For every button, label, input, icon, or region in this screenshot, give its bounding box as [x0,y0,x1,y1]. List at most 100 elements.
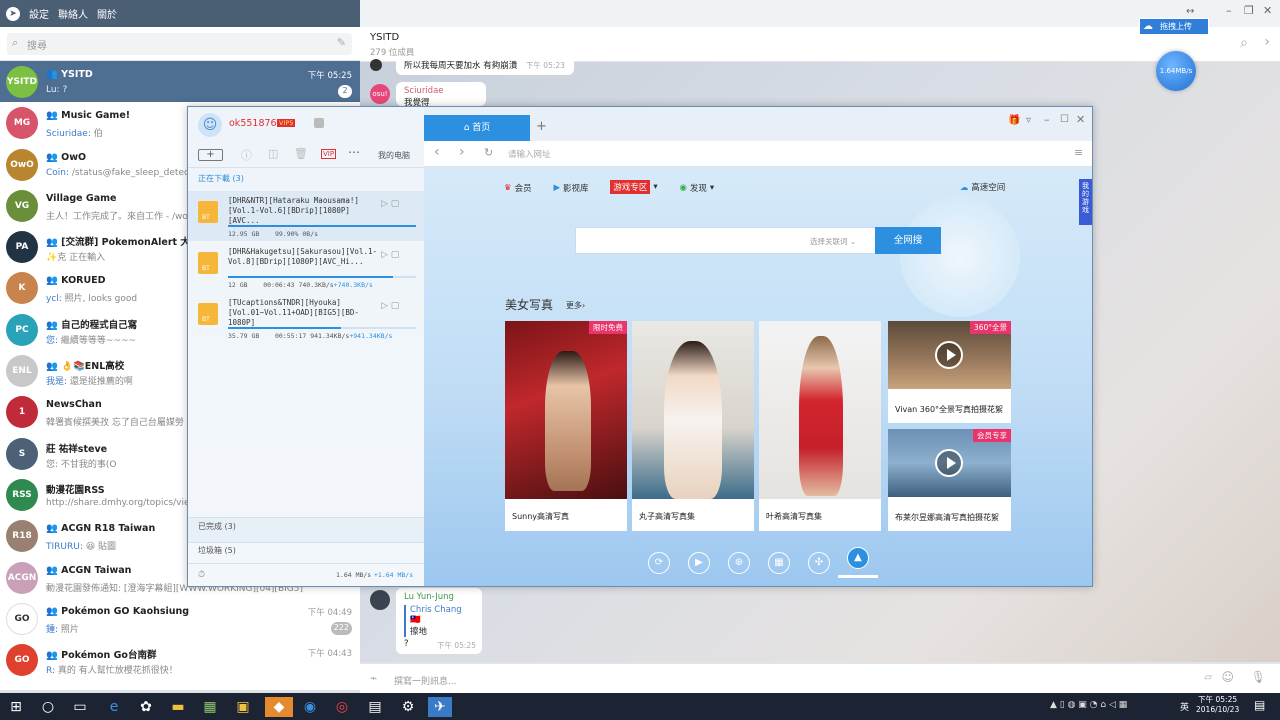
search-button[interactable]: 全网搜 [875,227,941,254]
sender-name[interactable]: Lu Yun-Jung [404,592,474,602]
tab-home[interactable]: ⌂ 首页 [424,115,530,141]
menu-contacts[interactable]: 聯絡人 [58,6,88,21]
timer-icon[interactable]: ⏱ [198,570,205,580]
command-icon[interactable]: ▱ [1204,672,1212,683]
chat-list-item[interactable]: YSITD 👥 YSITD Lu: ? 下午 05:25 2 [0,61,360,103]
refresh-icon[interactable]: ↻ [484,146,493,159]
notification-icon[interactable]: ▤ [1254,698,1265,712]
play-dock-icon[interactable]: ▶ [688,552,710,574]
avatar[interactable]: osu! [370,84,390,104]
app-icon[interactable]: ✿ [136,697,156,717]
gift-dock-icon[interactable]: ▦ [768,552,790,574]
completed-tab[interactable]: 已完成 (3) [198,521,236,532]
back-icon[interactable]: ‹ [434,144,440,160]
message-input[interactable]: 撰寫一則訊息... [394,674,457,687]
downloading-tab[interactable]: 正在下載 (3) [198,173,244,184]
download-task[interactable]: [DHR&NTR][Hataraku Maousama!][Vol.1-Vol.… [188,191,424,241]
video-card[interactable]: 会员专享 布莱尔昱娜高清写真拍摄花絮 [888,429,1011,531]
close-button[interactable]: ✕ [1263,4,1272,17]
gift-icon[interactable]: 🎁 [1008,115,1020,126]
search-input[interactable]: 搜尋 [7,33,352,55]
trash-tab[interactable]: 垃圾箱 (5) [198,545,236,556]
telegram-taskbar-icon[interactable]: ✈ [428,697,452,717]
menu-about[interactable]: 關於 [97,6,117,21]
app-icon[interactable]: ▣ [233,697,253,717]
folder-open-icon[interactable]: ▢ [391,250,400,260]
section-more-link[interactable]: 更多› [566,300,585,311]
sender-name[interactable]: Sciuridae [404,86,478,96]
nav-cloud-space[interactable]: ☁ 高速空间 [960,181,1005,193]
play-icon[interactable]: ▷ [381,301,388,311]
info-icon[interactable]: ⓘ [241,147,252,163]
hamburger-icon[interactable]: ≡ [1074,146,1083,159]
clock[interactable]: 下午 05:25 2016/10/23 [1196,695,1239,715]
start-icon[interactable]: ⊞ [6,697,26,717]
more-icon[interactable]: ⋯ [348,145,360,159]
download-task[interactable]: [DHR&Hakugetsu][Sakurasou][Vol.1-Vol.8][… [188,242,424,292]
task-view-icon[interactable]: ▭ [70,697,90,717]
forward-icon[interactable]: › [459,144,465,160]
pause-icon[interactable]: ◫ [268,147,278,160]
emoji-icon[interactable]: ☺ [1221,670,1234,684]
video-card[interactable]: 360°全景 Vivan 360°全景写真拍摄花絮 [888,321,1011,423]
compose-icon[interactable]: ✎ [337,36,346,49]
delete-icon[interactable]: 🗑 [294,147,308,160]
my-pc-button[interactable]: 我的电脑 [378,150,410,161]
play-icon[interactable] [935,341,963,369]
edge-icon[interactable]: e [104,697,124,717]
input-language[interactable]: 英 [1180,700,1189,713]
play-icon[interactable]: ▷ [381,250,388,260]
search-scope-select[interactable]: 选择关联词 ⌄ [810,236,856,247]
photo-card[interactable]: 丸子高清写真集 [632,321,754,531]
url-input[interactable]: 请输入网址 [508,148,551,160]
new-task-button[interactable]: + [198,149,223,161]
chat-list-item[interactable]: GO 👥 Pokémon GO Kaohsiung 鍾: 照片 下午 04:49 222 [0,598,360,639]
file-explorer-icon[interactable]: ▬ [168,697,188,717]
folder-open-icon[interactable]: ▢ [391,301,400,311]
speed-ball[interactable]: 1.64MB/s [1156,51,1196,91]
play-icon[interactable]: ▷ [381,199,388,209]
microphone-icon[interactable]: 🎙 [1251,670,1266,684]
maximize-button[interactable]: ❐ [1244,4,1254,17]
telegram-logo-icon[interactable]: ➤ [6,6,20,21]
close-button[interactable]: ✕ [1076,113,1085,126]
chrome-icon[interactable]: ◎ [332,697,352,717]
nav-movies[interactable]: ▶ 影视库 [553,182,588,194]
avatar[interactable] [370,59,382,71]
chat-title[interactable]: YSITD [370,32,399,43]
minimize-button[interactable]: – [1044,113,1050,126]
search-input[interactable]: 选择关联词 ⌄ [575,227,876,254]
system-tray-icons[interactable]: ▲ ▯ ◍ ▣ ◔ ⌂ ◁ ▦ [1050,700,1127,710]
nav-discover[interactable]: ◉ 发现 ▾ [679,182,714,194]
new-tab-button[interactable]: + [536,119,547,134]
username[interactable]: ok551876 [229,118,277,129]
nav-games[interactable]: 游戏专区 ▾ [610,180,658,194]
xunlei-taskbar-icon[interactable]: ◆ [265,697,293,717]
play-icon[interactable] [935,449,963,477]
shoe-icon[interactable]: ▲ [847,547,869,569]
reply-sender[interactable]: Chris Chang 🇹🇼 [410,605,474,625]
attach-icon[interactable]: ⌁ [370,671,377,685]
maximize-button[interactable]: ☐ [1060,114,1069,125]
user-avatar[interactable]: ☺ [198,113,222,137]
app-icon[interactable]: ◉ [300,697,320,717]
nav-vip[interactable]: ♛ 会员 [504,182,532,194]
chevron-right-icon[interactable]: › [1264,34,1270,50]
drag-upload-button[interactable]: ☁ 拖拽上传 [1139,18,1209,35]
download-task[interactable]: [TUcaptions&TNDR][Hyouka][Vol.01~Vol.11+… [188,293,424,343]
link-icon[interactable]: ⊕ [728,552,750,574]
sync-icon[interactable]: ⟳ [648,552,670,574]
my-games-side-tab[interactable]: 我的游戏 [1079,179,1092,225]
chat-list-item[interactable]: GO 👥 Pokémon Go台南群 R: 真的 有人幫忙放櫻花抓很快！ 下午 04:… [0,639,360,680]
app-icon[interactable]: ▤ [365,697,385,717]
vip-acceleration-icon[interactable]: VIP [321,149,337,159]
game-icon[interactable]: ✣ [808,552,830,574]
avatar[interactable] [370,590,390,610]
search-icon[interactable]: ○ [38,697,58,717]
menu-settings[interactable]: 設定 [29,6,49,21]
menu-icon[interactable]: ▿ [1026,115,1031,126]
search-icon[interactable]: ⌕ [1240,35,1248,51]
photo-card[interactable]: 叶希高清写真集 [759,321,881,531]
app-icon[interactable]: ▦ [200,697,220,717]
settings-icon[interactable]: ⚙ [398,697,418,717]
